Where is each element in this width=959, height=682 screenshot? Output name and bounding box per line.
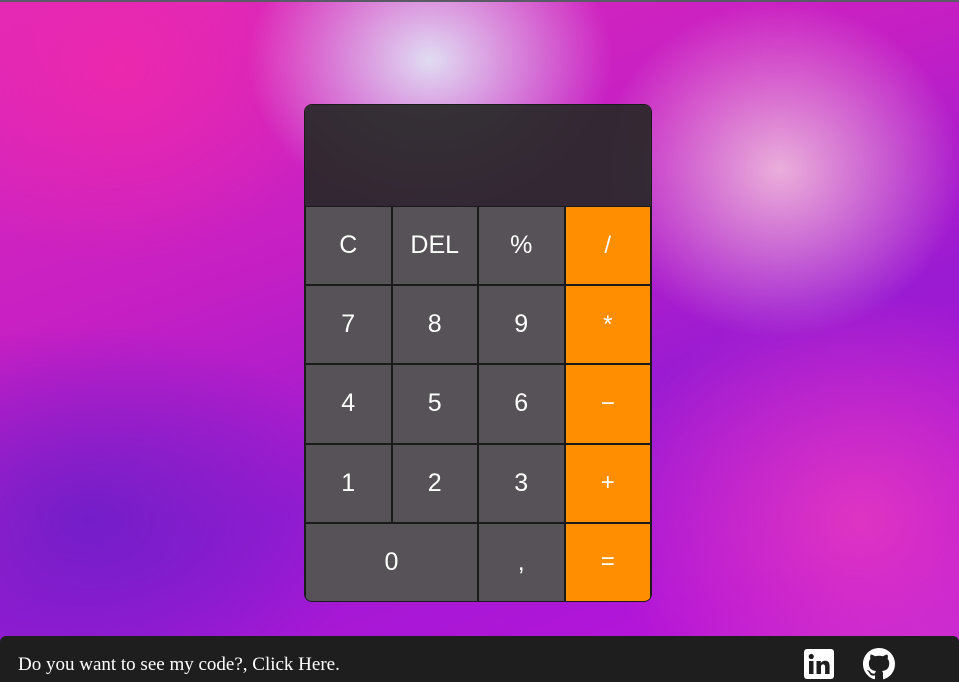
linkedin-icon[interactable] [803, 648, 835, 680]
calculator: C DEL % / 7 8 9 * 4 5 6 − 1 2 3 + 0 , = [304, 104, 652, 602]
keypad: C DEL % / 7 8 9 * 4 5 6 − 1 2 3 + 0 , = [305, 206, 651, 601]
digit-3-button[interactable]: 3 [478, 443, 565, 523]
digit-0-button[interactable]: 0 [305, 522, 478, 601]
delete-button[interactable]: DEL [391, 206, 478, 286]
clear-button[interactable]: C [305, 206, 392, 286]
calculator-display [305, 105, 651, 206]
equals-button[interactable]: = [564, 522, 651, 601]
top-border-line [0, 0, 959, 2]
github-icon[interactable] [863, 648, 895, 680]
multiply-button[interactable]: * [564, 285, 651, 365]
divide-button[interactable]: / [564, 206, 651, 286]
digit-5-button[interactable]: 5 [391, 364, 478, 444]
digit-2-button[interactable]: 2 [391, 443, 478, 523]
digit-6-button[interactable]: 6 [478, 364, 565, 444]
digit-9-button[interactable]: 9 [478, 285, 565, 365]
percent-button[interactable]: % [478, 206, 565, 286]
decimal-comma-button[interactable]: , [478, 522, 565, 601]
digit-1-button[interactable]: 1 [305, 443, 392, 523]
digit-8-button[interactable]: 8 [391, 285, 478, 365]
digit-7-button[interactable]: 7 [305, 285, 392, 365]
digit-4-button[interactable]: 4 [305, 364, 392, 444]
subtract-button[interactable]: − [564, 364, 651, 444]
add-button[interactable]: + [564, 443, 651, 523]
see-code-link[interactable]: Do you want to see my code?, Click Here. [18, 654, 340, 676]
footer-bar: Do you want to see my code?, Click Here. [0, 636, 959, 682]
